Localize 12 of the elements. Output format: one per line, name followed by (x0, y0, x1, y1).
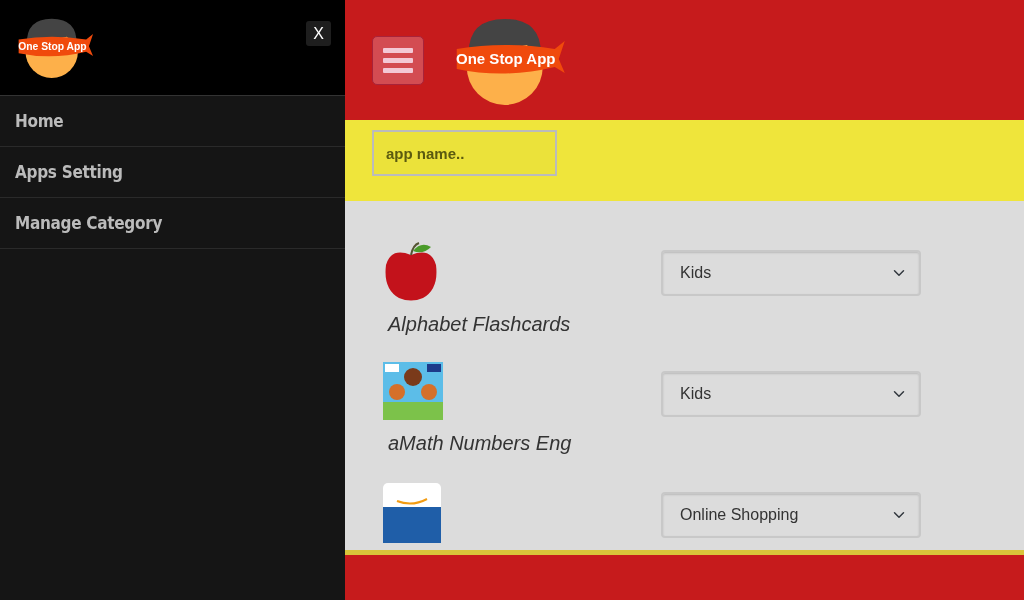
category-dropdown[interactable]: Online Shopping (661, 492, 921, 538)
cartoon-icon (383, 362, 443, 420)
close-button[interactable]: X (306, 21, 331, 46)
apple-icon (383, 241, 439, 301)
category-dropdown[interactable]: Kids (661, 250, 921, 296)
category-dropdown[interactable]: Kids (661, 371, 921, 417)
shopping-icon (383, 483, 441, 543)
menu-button[interactable] (372, 35, 424, 85)
app-name: Alphabet Flashcards (388, 312, 572, 337)
app-name: aMath Numbers Eng (388, 431, 573, 456)
logo-text: One Stop App (456, 50, 556, 67)
search-field[interactable]: app name.. (372, 130, 557, 176)
